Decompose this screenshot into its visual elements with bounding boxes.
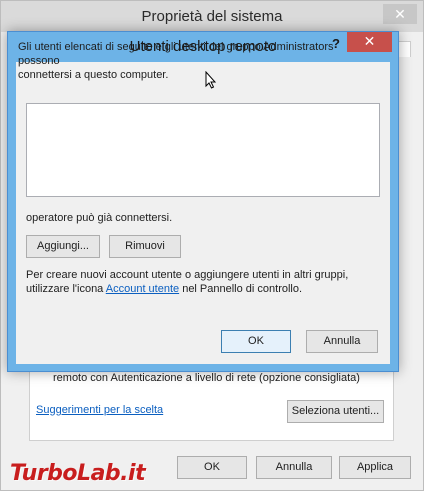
system-properties-apply-button[interactable]: Applica [339, 456, 411, 479]
dialog-ok-button[interactable]: OK [221, 330, 291, 353]
info-line-1: Per creare nuovi account utente o aggiun… [26, 269, 349, 281]
info-prefix: utilizzare l'icona [26, 283, 106, 295]
remove-user-button[interactable]: Rimuovi [109, 235, 181, 258]
users-listbox[interactable] [26, 103, 380, 197]
system-properties-close-button[interactable]: ✕ [383, 4, 417, 24]
intro-line-2: connettersi a questo computer. [18, 69, 169, 81]
nla-checkbox-label: remoto con Autenticazione a livello di r… [53, 372, 360, 384]
help-choice-link[interactable]: Suggerimenti per la scelta [36, 404, 163, 416]
system-properties-cancel-button[interactable]: Annulla [256, 456, 332, 479]
system-properties-titlebar: Proprietà del sistema ✕ [1, 1, 423, 32]
dialog-intro-text: Gli utenti elencati di seguito e gli ute… [18, 40, 374, 82]
user-accounts-link[interactable]: Account utente [106, 283, 179, 295]
watermark-brand: TurboLab [10, 461, 121, 486]
info-line-2: utilizzare l'icona Account utente nel Pa… [26, 282, 376, 296]
add-user-button[interactable]: Aggiungi... [26, 235, 100, 258]
dialog-info-text: Per creare nuovi account utente o aggiun… [26, 268, 376, 296]
remote-desktop-users-dialog: Utenti desktop remoto ? ✕ [7, 31, 399, 372]
watermark-tld: .it [120, 461, 146, 486]
dialog-cancel-button[interactable]: Annulla [306, 330, 378, 353]
system-properties-title: Proprietà del sistema [141, 8, 283, 25]
intro-line-1: Gli utenti elencati di seguito e gli ute… [18, 41, 334, 67]
select-users-button[interactable]: Seleziona utenti... [287, 400, 384, 423]
info-suffix: nel Pannello di controllo. [179, 283, 303, 295]
operator-note: operatore può già connettersi. [26, 212, 173, 224]
system-properties-ok-button[interactable]: OK [177, 456, 247, 479]
turbolab-watermark: TurboLab.it [10, 461, 146, 486]
mouse-cursor-icon [205, 71, 217, 89]
